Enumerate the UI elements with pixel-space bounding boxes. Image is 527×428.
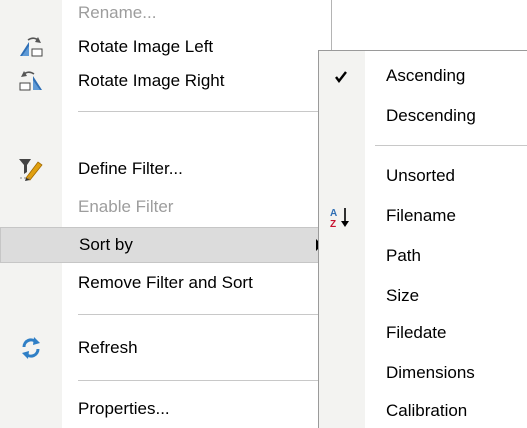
submenu-item-ascending[interactable]: Ascending: [319, 60, 527, 92]
rotate-right-icon: [18, 68, 44, 94]
filter-icon: [18, 156, 44, 182]
submenu-item-unsorted[interactable]: Unsorted: [319, 160, 527, 192]
submenu-separator: [375, 145, 527, 146]
menu-item-enable-filter: Enable Filter: [0, 190, 331, 224]
menu-item-label: Define Filter...: [78, 159, 183, 178]
submenu-item-label: Descending: [386, 106, 476, 125]
menu-item-refresh[interactable]: Refresh: [0, 331, 331, 365]
menu-item-rotate-right[interactable]: Rotate Image Right: [0, 64, 331, 98]
submenu-item-label: Filename: [386, 206, 456, 225]
submenu-item-label: Filedate: [386, 323, 447, 342]
menu-item-define-filter[interactable]: Define Filter...: [0, 152, 331, 186]
sort-by-submenu: Ascending Descending Unsorted A Z Filena…: [318, 50, 527, 428]
menu-separator: [78, 111, 331, 112]
svg-text:A: A: [330, 208, 337, 219]
checkmark-icon: [329, 65, 353, 89]
submenu-item-filedate[interactable]: Filedate: [319, 317, 527, 349]
sort-az-icon: A Z: [329, 205, 353, 230]
svg-text:Z: Z: [330, 219, 336, 229]
submenu-item-descending[interactable]: Descending: [319, 100, 527, 132]
menu-item-label: Rename...: [78, 3, 157, 22]
menu-item-remove-filter-sort[interactable]: Remove Filter and Sort: [0, 266, 331, 300]
submenu-item-label: Calibration: [386, 401, 468, 420]
menu-item-label: Remove Filter and Sort: [78, 273, 253, 292]
submenu-item-path[interactable]: Path: [319, 240, 527, 272]
menu-item-label: Enable Filter: [78, 197, 174, 216]
submenu-item-calibration[interactable]: Calibration: [319, 395, 527, 427]
menu-item-label: Rotate Image Right: [78, 71, 225, 90]
menu-item-rotate-left[interactable]: Rotate Image Left: [0, 30, 331, 64]
submenu-item-label: Unsorted: [386, 166, 455, 185]
submenu-item-label: Size: [386, 286, 420, 305]
menu-item-properties[interactable]: Properties...: [0, 392, 331, 426]
refresh-icon: [18, 335, 44, 361]
menu-separator: [78, 314, 331, 315]
submenu-item-filename[interactable]: A Z Filename: [319, 200, 527, 232]
context-menu: Rename... Rotate Image Left Rotate Image: [0, 0, 332, 428]
menu-item-label: Sort by: [79, 235, 133, 254]
menu-item-label: Rotate Image Left: [78, 37, 214, 56]
submenu-item-size[interactable]: Size: [319, 280, 527, 312]
submenu-item-label: Ascending: [386, 66, 466, 85]
menu-item-label: Properties...: [78, 399, 170, 418]
menu-item-sort-by[interactable]: Sort by: [0, 227, 331, 263]
menu-item-label: Refresh: [78, 338, 138, 357]
menu-separator: [78, 380, 331, 381]
submenu-item-dimensions[interactable]: Dimensions: [319, 357, 527, 389]
submenu-item-label: Path: [386, 246, 421, 265]
menu-item-rename: Rename...: [0, 0, 331, 30]
rotate-left-icon: [18, 34, 44, 60]
submenu-item-label: Dimensions: [386, 363, 475, 382]
